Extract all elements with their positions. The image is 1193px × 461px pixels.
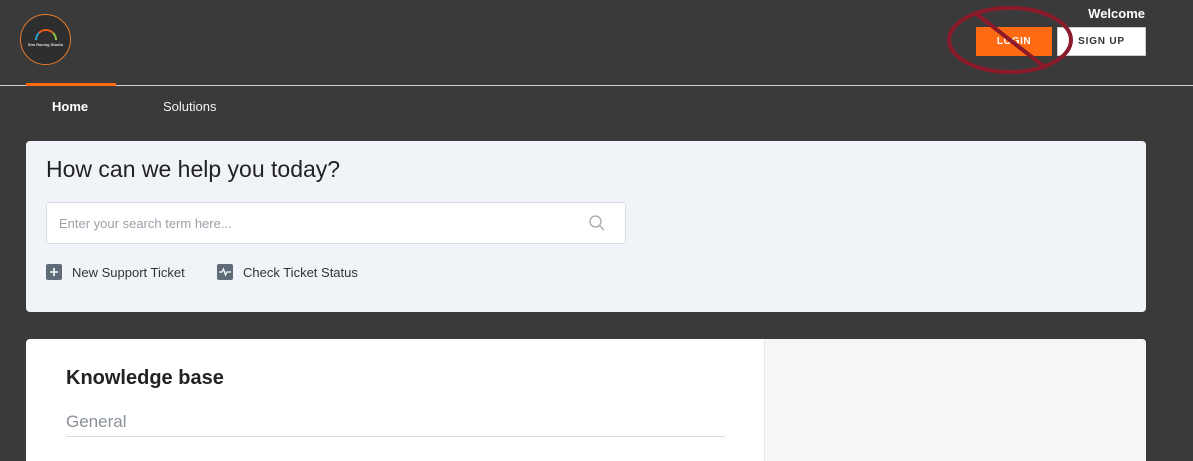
nav-active-indicator — [26, 83, 116, 86]
kb-sidebar — [764, 339, 1146, 461]
check-ticket-status-link[interactable]: Check Ticket Status — [217, 264, 358, 280]
logo-arc-icon — [34, 28, 57, 40]
tab-home[interactable]: Home — [52, 99, 88, 114]
tab-solutions[interactable]: Solutions — [163, 99, 216, 114]
knowledge-base-title: Knowledge base — [66, 367, 224, 389]
kb-section-divider — [66, 436, 725, 437]
header-divider — [0, 85, 1193, 86]
brand-logo[interactable]: Sim Racing Studio — [20, 14, 71, 65]
plus-icon — [46, 264, 62, 280]
kb-section-general[interactable]: General — [66, 412, 126, 432]
help-title: How can we help you today? — [46, 156, 341, 182]
new-support-ticket-link[interactable]: New Support Ticket — [46, 264, 185, 280]
search-input[interactable] — [59, 203, 579, 243]
logo-text: Sim Racing Studio — [27, 41, 64, 47]
search-icon[interactable] — [588, 214, 606, 232]
activity-icon — [217, 264, 233, 280]
new-support-ticket-label: New Support Ticket — [72, 264, 185, 280]
search-box[interactable] — [46, 202, 626, 244]
welcome-text: Welcome — [1088, 6, 1145, 21]
top-bar: Sim Racing Studio Welcome LOGIN SIGN UP — [0, 0, 1193, 86]
knowledge-base-panel: Knowledge base General — [26, 339, 1146, 461]
help-panel: How can we help you today? New Support T… — [26, 141, 1146, 312]
check-ticket-status-label: Check Ticket Status — [243, 264, 358, 280]
signup-button[interactable]: SIGN UP — [1057, 27, 1146, 56]
login-button[interactable]: LOGIN — [976, 27, 1052, 56]
